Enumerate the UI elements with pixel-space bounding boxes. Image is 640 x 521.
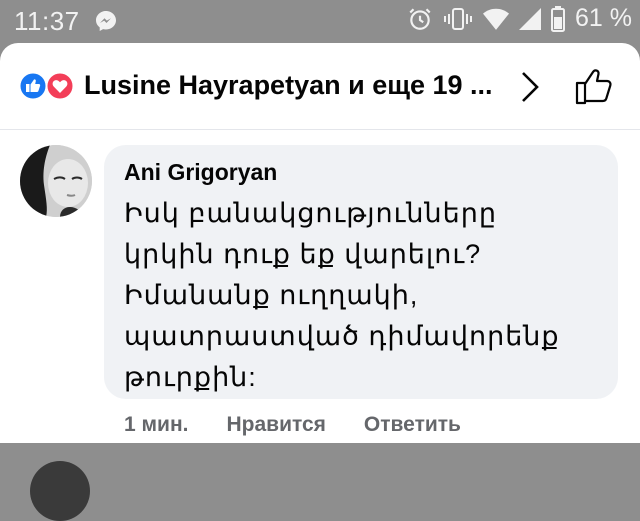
chevron-right-icon[interactable] [515,67,545,107]
vibrate-icon [444,7,473,30]
battery-percent: 61 % [575,4,632,32]
comment-time: 1 мин. [124,413,189,436]
alarm-icon [409,7,431,30]
reactors-title[interactable]: Lusine Hayrapetyan и еще 19 ... [84,70,504,101]
reply-button[interactable]: Ответить [364,413,461,437]
comment-text: Իսկ բանակցությունները կրկին դուք եք վարե… [124,198,560,392]
next-comment-avatar[interactable] [30,461,90,521]
wifi-icon [483,8,510,30]
comment-actions: 1 мин. Нравится Ответить [124,413,461,437]
battery-icon [551,5,566,32]
reactions-header[interactable]: Lusine Hayrapetyan и еще 19 ... [0,43,640,130]
status-time: 11:37 [14,6,80,36]
reaction-icons [18,71,75,101]
like-reaction-icon [18,71,48,101]
comment-bubble[interactable]: Ani Grigoryan Իսկ բանակցությունները կրկի… [104,145,618,399]
comment-author[interactable]: Ani Grigoryan [124,159,277,186]
reactions-comment-sheet: Lusine Hayrapetyan и еще 19 ... Ani Grig… [0,43,640,521]
messenger-icon [96,11,116,31]
love-reaction-icon [45,71,75,101]
avatar[interactable] [20,145,92,217]
status-bar: 11:37 61 % [0,0,640,42]
user-photo [20,145,92,217]
like-button[interactable]: Нравится [226,413,325,437]
like-thumb-icon[interactable] [573,65,615,107]
signal-icon [519,7,542,30]
